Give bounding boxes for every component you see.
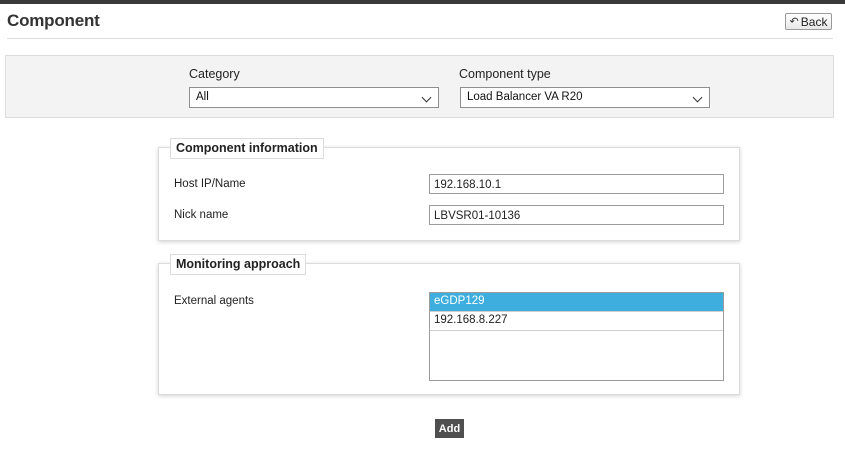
- filter-panel: Category All Component type Load Balance…: [5, 55, 834, 118]
- page-title: Component: [7, 11, 100, 30]
- external-agents-listbox[interactable]: eGDP129 192.168.8.227: [429, 292, 724, 381]
- back-arrow-icon: ↶: [789, 16, 799, 28]
- chevron-down-icon: [421, 92, 432, 103]
- component-type-select[interactable]: Load Balancer VA R20: [460, 87, 710, 108]
- back-button[interactable]: ↶ Back: [785, 13, 832, 30]
- category-select[interactable]: All: [189, 87, 439, 108]
- chevron-down-icon: [692, 92, 703, 103]
- component-information-section: Component information Host IP/Name Nick …: [158, 138, 740, 241]
- nick-name-input[interactable]: [429, 205, 724, 225]
- component-type-label: Component type: [459, 67, 551, 81]
- external-agents-label: External agents: [174, 295, 254, 307]
- category-select-value: All: [196, 91, 209, 103]
- back-button-label: Back: [800, 14, 828, 29]
- nick-name-label: Nick name: [174, 209, 229, 221]
- monitoring-approach-section: Monitoring approach External agents eGDP…: [158, 254, 740, 395]
- host-ip-input[interactable]: [429, 174, 724, 194]
- agent-list-item-selected[interactable]: eGDP129: [430, 293, 723, 312]
- category-label: Category: [189, 67, 240, 81]
- monitoring-approach-legend: Monitoring approach: [170, 254, 307, 275]
- agent-list-item[interactable]: 192.168.8.227: [430, 312, 723, 331]
- add-button[interactable]: Add: [435, 419, 464, 438]
- component-information-legend: Component information: [170, 138, 324, 159]
- component-type-select-value: Load Balancer VA R20: [467, 91, 583, 103]
- top-bar: [0, 0, 845, 4]
- host-ip-label: Host IP/Name: [174, 178, 246, 190]
- header-divider: [7, 38, 833, 39]
